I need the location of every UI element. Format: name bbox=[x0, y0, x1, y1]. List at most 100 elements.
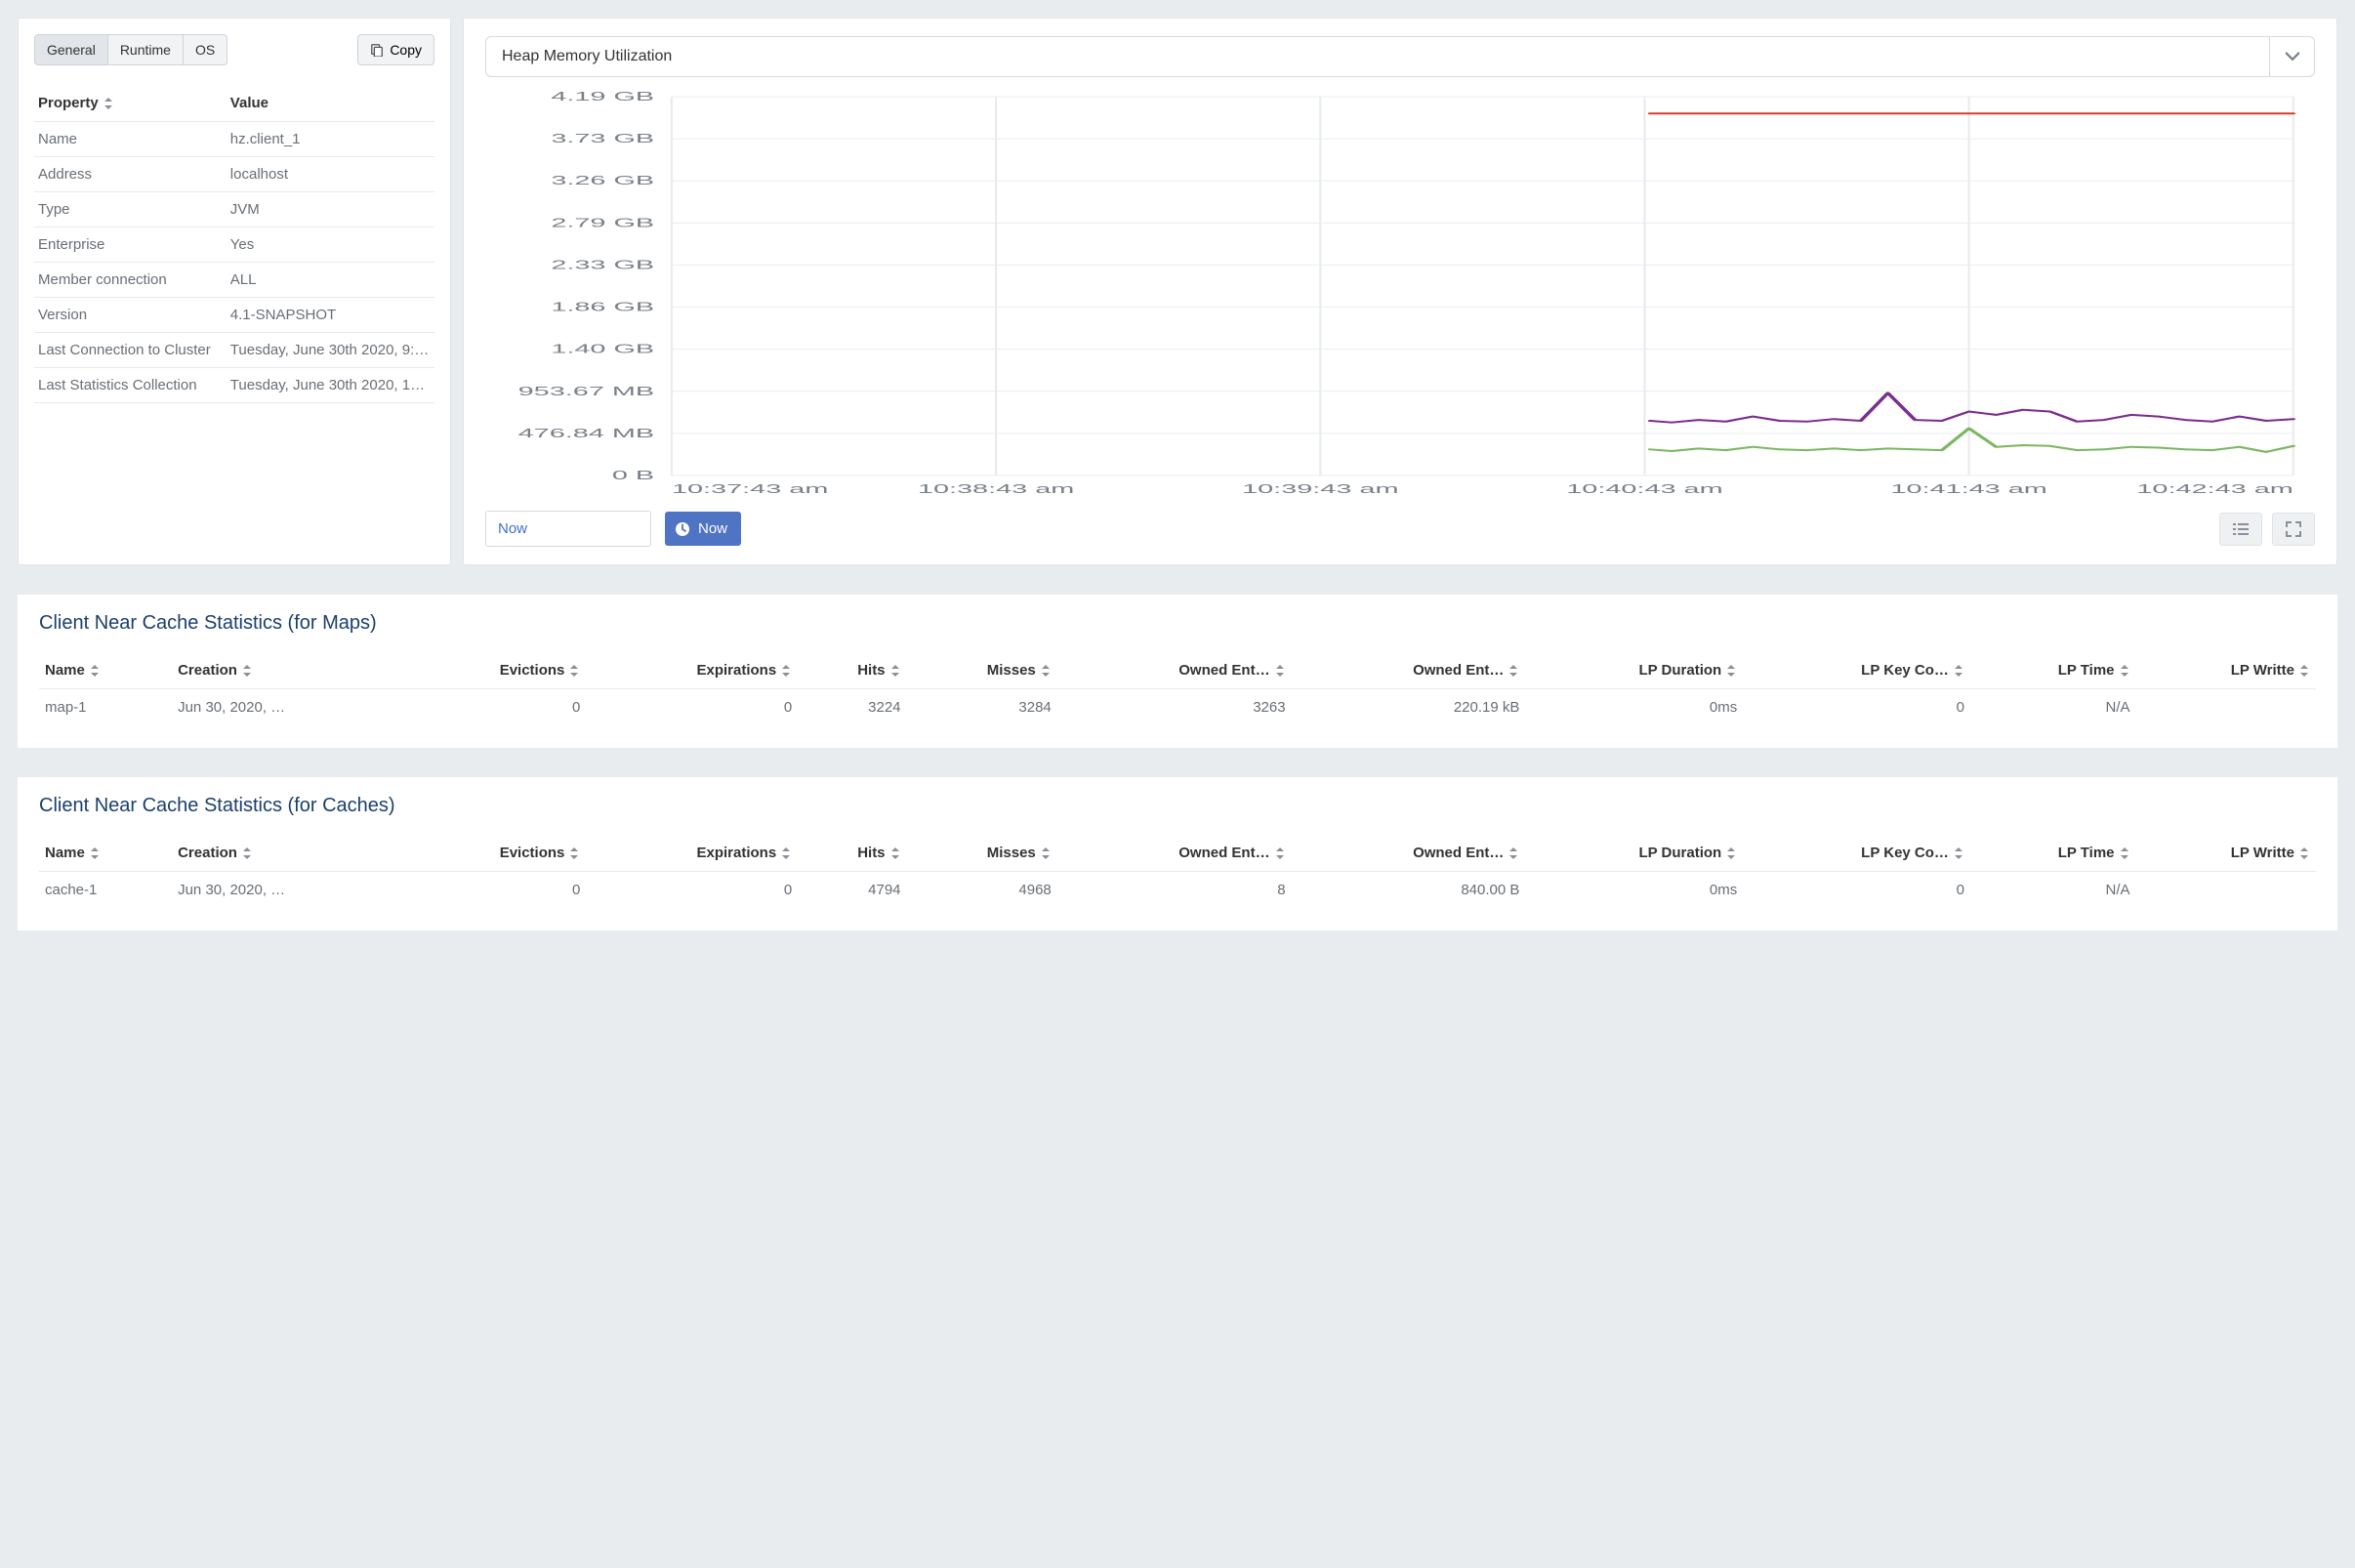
sort-icon bbox=[782, 847, 792, 859]
sort-icon bbox=[1509, 847, 1519, 859]
col-6[interactable]: Owned Ent… bbox=[1057, 835, 1292, 872]
col-2[interactable]: Evictions bbox=[403, 835, 586, 872]
property-key: Version bbox=[34, 298, 227, 333]
tab-runtime[interactable]: Runtime bbox=[107, 34, 184, 65]
sort-icon bbox=[1276, 847, 1286, 859]
chevron-down-icon bbox=[2269, 37, 2314, 76]
sort-icon bbox=[2121, 665, 2130, 677]
chart-selector-label: Heap Memory Utilization bbox=[486, 37, 2269, 76]
cell: 0ms bbox=[1525, 872, 1743, 909]
cell: 4794 bbox=[798, 872, 906, 909]
sort-icon bbox=[570, 847, 580, 859]
table-row: Last Connection to ClusterTuesday, June … bbox=[34, 333, 434, 368]
maps-stats-table: NameCreationEvictionsExpirationsHitsMiss… bbox=[39, 652, 2316, 726]
cell: 3224 bbox=[798, 689, 906, 726]
svg-text:4.19 GB: 4.19 GB bbox=[551, 91, 654, 103]
svg-text:10:39:43 am: 10:39:43 am bbox=[1242, 481, 1398, 496]
col-1[interactable]: Creation bbox=[172, 652, 403, 689]
cell: Jun 30, 2020, … bbox=[172, 689, 403, 726]
cell: 3263 bbox=[1057, 689, 1292, 726]
th-property[interactable]: Property bbox=[34, 85, 227, 122]
cell: 3284 bbox=[907, 689, 1057, 726]
copy-icon bbox=[370, 43, 384, 57]
table-row: Member connectionALL bbox=[34, 263, 434, 298]
sort-icon bbox=[891, 847, 901, 859]
copy-button[interactable]: Copy bbox=[357, 34, 434, 65]
col-5[interactable]: Misses bbox=[907, 652, 1057, 689]
tab-general[interactable]: General bbox=[34, 34, 108, 65]
cell: 8 bbox=[1057, 872, 1292, 909]
sort-icon bbox=[891, 665, 901, 677]
cell: 220.19 kB bbox=[1292, 689, 1526, 726]
table-row: map-1Jun 30, 2020, …00322432843263220.19… bbox=[39, 689, 2316, 726]
cell bbox=[2136, 689, 2316, 726]
sort-icon bbox=[91, 847, 101, 859]
col-0[interactable]: Name bbox=[39, 652, 172, 689]
cell: map-1 bbox=[39, 689, 172, 726]
sort-icon bbox=[1727, 665, 1737, 677]
cell: 0 bbox=[403, 689, 586, 726]
col-0[interactable]: Name bbox=[39, 835, 172, 872]
maps-stats-panel: Client Near Cache Statistics (for Maps) … bbox=[18, 595, 2337, 748]
svg-text:2.33 GB: 2.33 GB bbox=[551, 258, 654, 272]
svg-text:10:37:43 am: 10:37:43 am bbox=[672, 481, 828, 496]
sort-icon bbox=[1042, 665, 1052, 677]
col-10[interactable]: LP Time bbox=[1970, 835, 2136, 872]
legend-button[interactable] bbox=[2219, 513, 2262, 546]
tab-os[interactable]: OS bbox=[183, 34, 227, 65]
now-button[interactable]: Now bbox=[665, 512, 741, 546]
expand-icon bbox=[2285, 520, 2302, 538]
col-2[interactable]: Evictions bbox=[403, 652, 586, 689]
expand-button[interactable] bbox=[2272, 513, 2315, 546]
cell: 0 bbox=[1743, 872, 1970, 909]
col-10[interactable]: LP Time bbox=[1970, 652, 2136, 689]
table-row: Last Statistics CollectionTuesday, June … bbox=[34, 368, 434, 403]
col-9[interactable]: LP Key Co… bbox=[1743, 652, 1970, 689]
col-8[interactable]: LP Duration bbox=[1525, 652, 1743, 689]
property-key: Last Connection to Cluster bbox=[34, 333, 227, 368]
sort-icon bbox=[1276, 665, 1286, 677]
svg-text:1.40 GB: 1.40 GB bbox=[551, 342, 654, 356]
property-value: Tuesday, June 30th 2020, 10:… bbox=[227, 368, 434, 403]
sort-icon bbox=[1042, 847, 1052, 859]
col-8[interactable]: LP Duration bbox=[1525, 835, 1743, 872]
sort-icon bbox=[2300, 665, 2310, 677]
table-row: Namehz.client_1 bbox=[34, 122, 434, 157]
col-6[interactable]: Owned Ent… bbox=[1057, 652, 1292, 689]
col-3[interactable]: Expirations bbox=[586, 652, 798, 689]
cell: 0 bbox=[403, 872, 586, 909]
sort-icon bbox=[570, 665, 580, 677]
chart-selector[interactable]: Heap Memory Utilization bbox=[485, 36, 2315, 77]
chart-panel: Heap Memory Utilization 0 B476.84 MB953.… bbox=[463, 18, 2337, 565]
svg-text:3.73 GB: 3.73 GB bbox=[551, 131, 654, 145]
copy-button-label: Copy bbox=[390, 42, 422, 58]
col-7[interactable]: Owned Ent… bbox=[1292, 652, 1526, 689]
sort-icon bbox=[2300, 847, 2310, 859]
property-value: localhost bbox=[227, 157, 434, 192]
sort-icon bbox=[104, 98, 114, 109]
col-7[interactable]: Owned Ent… bbox=[1292, 835, 1526, 872]
table-row: Version4.1-SNAPSHOT bbox=[34, 298, 434, 333]
col-4[interactable]: Hits bbox=[798, 835, 906, 872]
cell: 840.00 B bbox=[1292, 872, 1526, 909]
col-3[interactable]: Expirations bbox=[586, 835, 798, 872]
cell: Jun 30, 2020, … bbox=[172, 872, 403, 909]
time-input[interactable]: Now bbox=[485, 511, 651, 547]
svg-text:10:40:43 am: 10:40:43 am bbox=[1566, 481, 1722, 496]
col-4[interactable]: Hits bbox=[798, 652, 906, 689]
cell: 0 bbox=[586, 689, 798, 726]
col-1[interactable]: Creation bbox=[172, 835, 403, 872]
cell bbox=[2136, 872, 2316, 909]
svg-text:10:42:43 am: 10:42:43 am bbox=[2136, 481, 2293, 496]
sort-icon bbox=[243, 847, 253, 859]
properties-table: Property Value Namehz.client_1Addressloc… bbox=[34, 85, 434, 403]
cell: 0ms bbox=[1525, 689, 1743, 726]
svg-text:10:41:43 am: 10:41:43 am bbox=[1890, 481, 2046, 496]
col-11[interactable]: LP Writte bbox=[2136, 652, 2316, 689]
svg-text:476.84 MB: 476.84 MB bbox=[518, 426, 655, 440]
col-11[interactable]: LP Writte bbox=[2136, 835, 2316, 872]
col-5[interactable]: Misses bbox=[907, 835, 1057, 872]
caches-stats-table: NameCreationEvictionsExpirationsHitsMiss… bbox=[39, 835, 2316, 909]
svg-text:1.86 GB: 1.86 GB bbox=[551, 300, 654, 314]
col-9[interactable]: LP Key Co… bbox=[1743, 835, 1970, 872]
